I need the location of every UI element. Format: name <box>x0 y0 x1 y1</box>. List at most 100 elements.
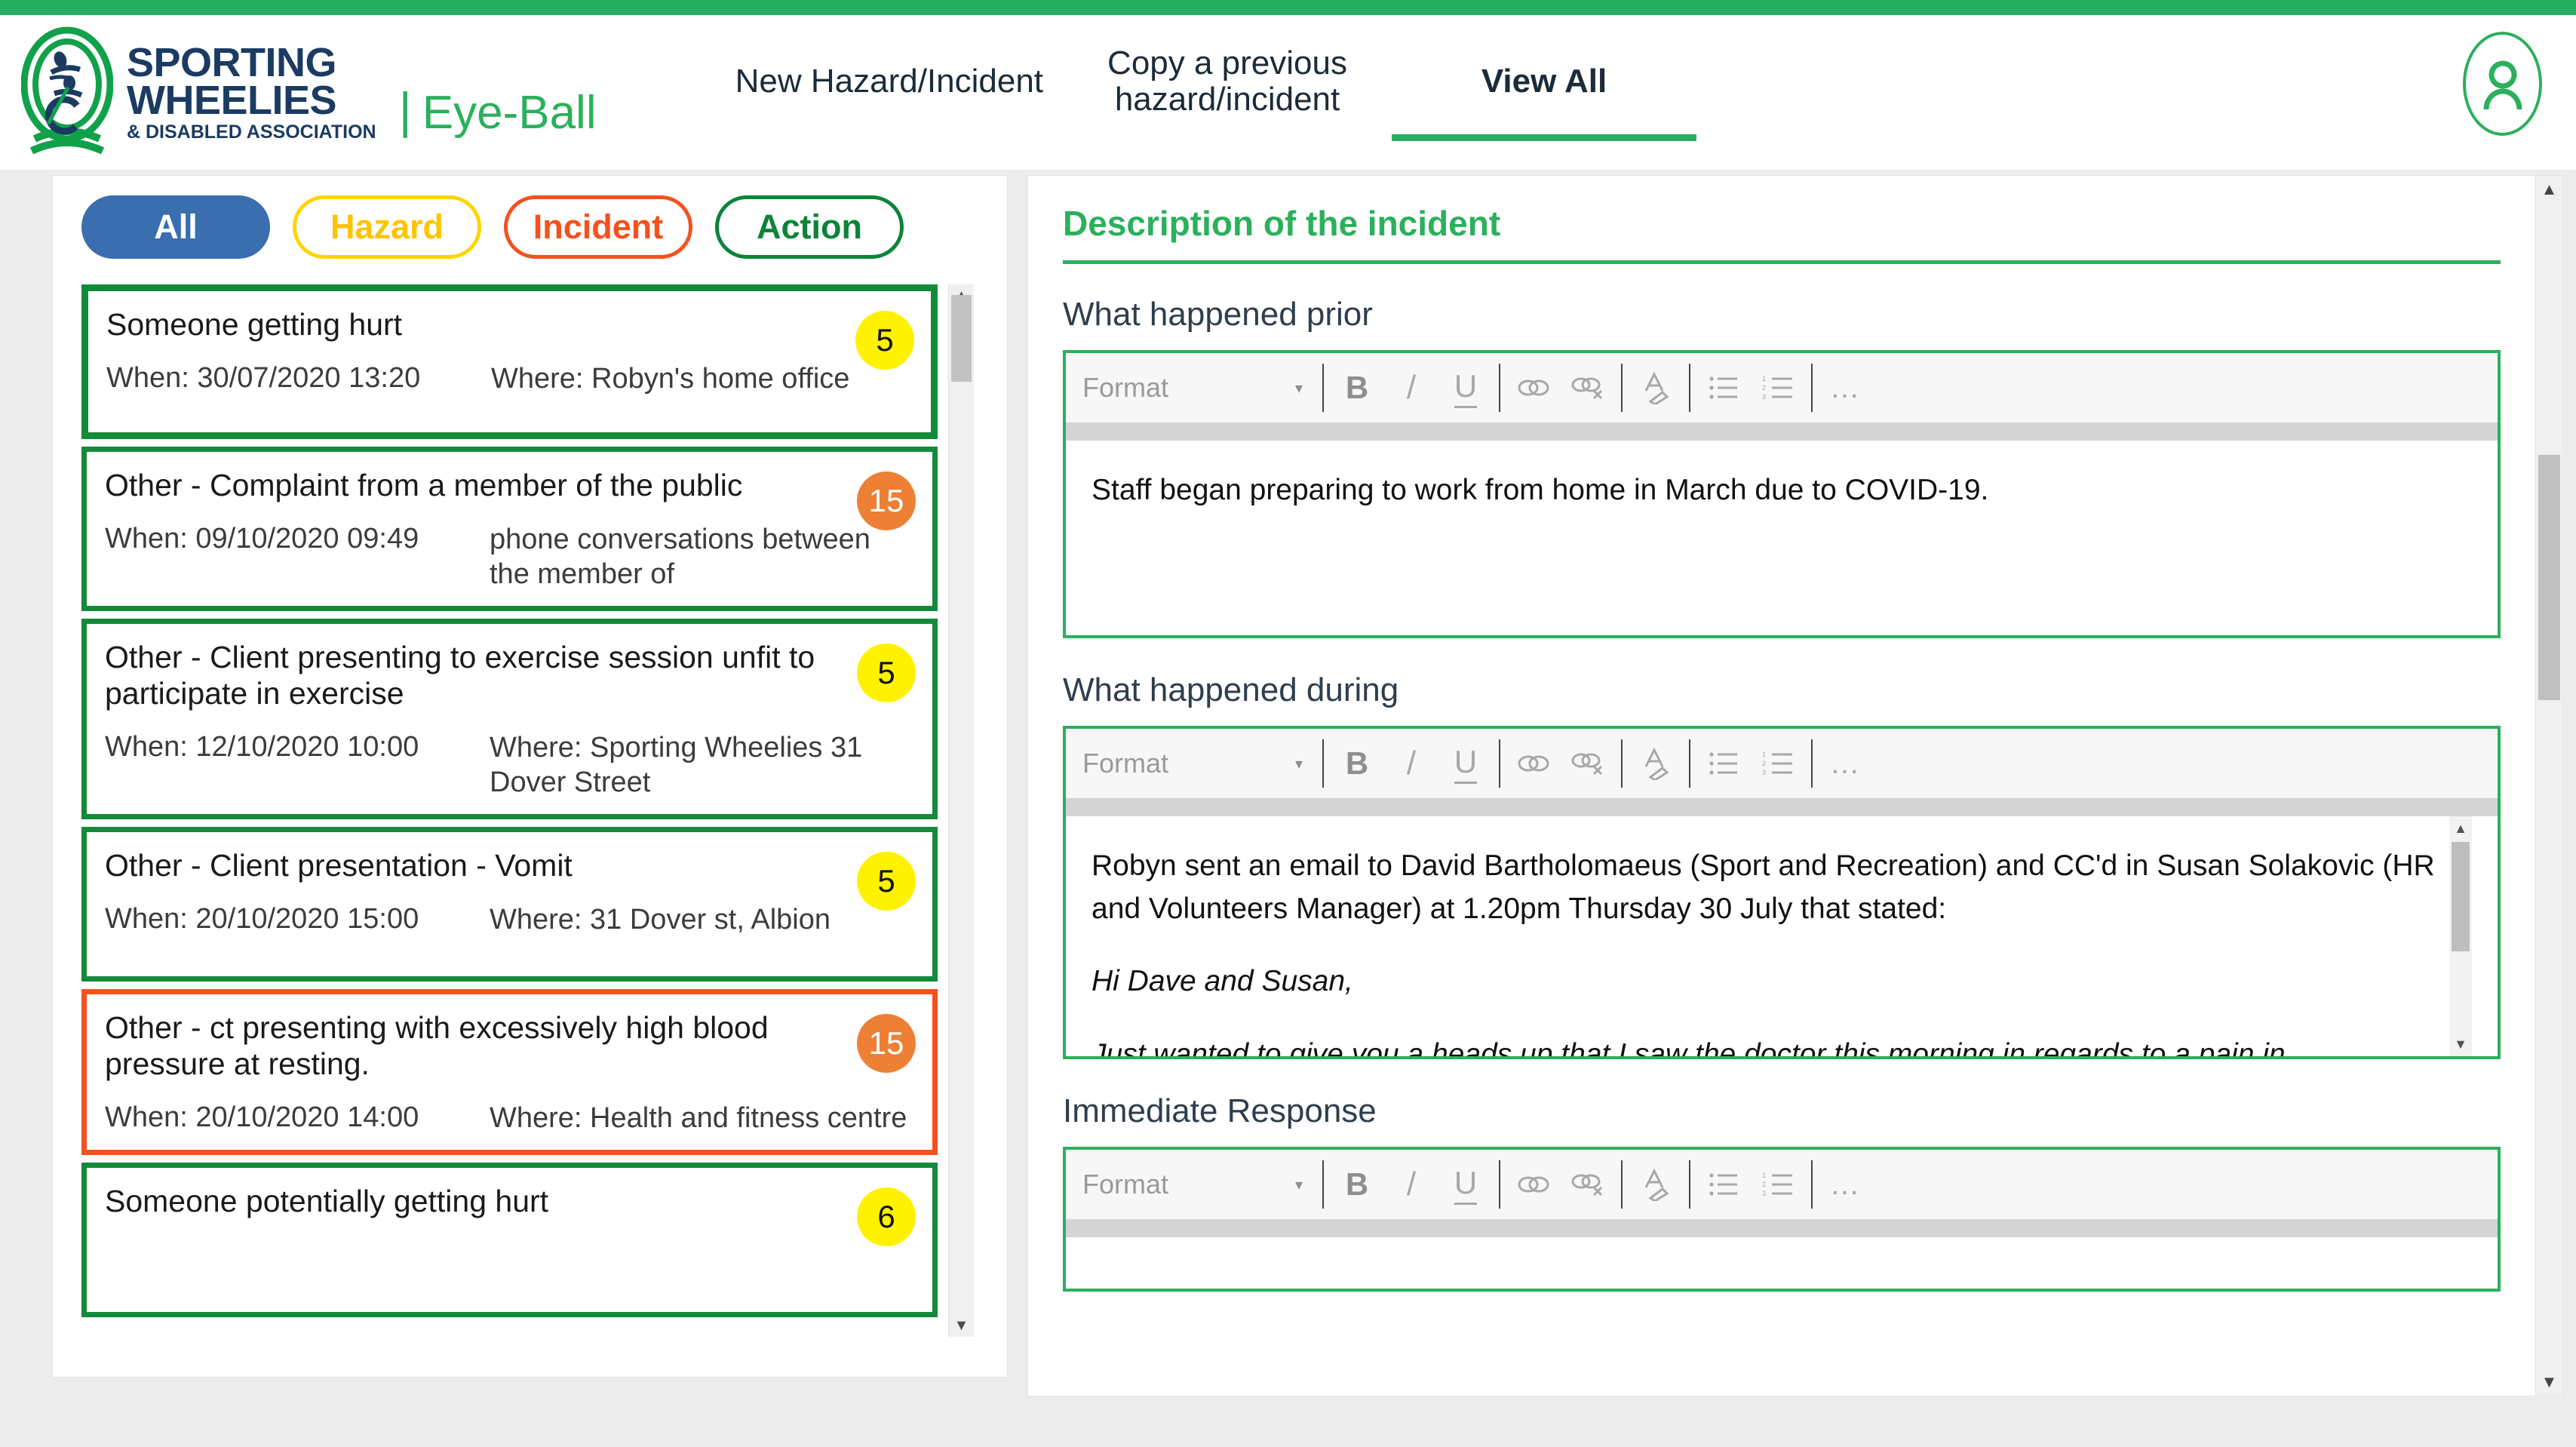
numbered-list-icon[interactable]: 123 <box>1751 361 1805 415</box>
italic-button[interactable]: / <box>1384 736 1438 791</box>
rich-text-editor-what-happened-prior: Format ▾ B / U 1 2 3 … Staff began prepa… <box>1063 350 2501 638</box>
editor-toolbar: Format ▾ B / U 1 2 3 … <box>1066 729 2498 798</box>
toolbar-secondary-strip <box>1066 422 2498 441</box>
filter-chip-action[interactable]: Action <box>715 195 904 259</box>
caret-down-icon[interactable]: ▼ <box>949 1316 974 1335</box>
list-item[interactable]: Other - ct presenting with excessively h… <box>81 988 938 1155</box>
editor-content-area[interactable] <box>1066 1237 2498 1289</box>
underline-button[interactable]: U <box>1438 361 1493 415</box>
status-badge: 5 <box>855 311 914 370</box>
nav-item-copy-previous[interactable]: Copy a previous hazard/incident <box>1069 15 1386 147</box>
caret-up-icon[interactable]: ▲ <box>2449 819 2472 837</box>
editor-content-area[interactable]: Robyn sent an email to David Bartholomae… <box>1066 816 2498 1056</box>
filter-chip-all[interactable]: All <box>81 195 270 259</box>
status-badge: 15 <box>857 472 916 530</box>
list-item-when: When: 20/10/2020 15:00 <box>105 902 419 935</box>
status-badge: 5 <box>857 643 916 702</box>
field-label-immediate-response: Immediate Response <box>1063 1092 1377 1129</box>
list-item[interactable]: Other - Client presenting to exercise se… <box>81 618 938 819</box>
main-nav: New Hazard/Incident Copy a previous haza… <box>710 15 1702 170</box>
incident-list: Someone getting hurt When: 30/07/2020 13… <box>81 284 938 1337</box>
italic-button[interactable]: / <box>1384 361 1438 415</box>
unlink-icon[interactable] <box>1561 361 1615 415</box>
filter-chip-group: All Hazard Incident Action <box>81 195 990 259</box>
detail-scrollbar-thumb[interactable] <box>2538 455 2560 700</box>
caret-down-icon[interactable]: ▼ <box>2449 1035 2472 1053</box>
detail-scrollbar[interactable]: ▲ ▼ <box>2535 176 2562 1396</box>
app-header: SPORTING WHEELIES & DISABLED ASSOCIATION… <box>0 15 2576 170</box>
bulleted-list-icon[interactable] <box>1696 736 1751 791</box>
numbered-list-icon[interactable]: 123 <box>1751 1157 1805 1212</box>
incident-list-panel: All Hazard Incident Action Someone getti… <box>53 176 1007 1377</box>
underline-button[interactable]: U <box>1438 736 1493 791</box>
list-item-title: Someone getting hurt <box>106 307 403 342</box>
bold-button[interactable]: B <box>1330 736 1384 791</box>
more-options-button[interactable]: … <box>1819 736 1873 791</box>
list-item[interactable]: Other - Client presentation - Vomit When… <box>81 826 938 982</box>
remove-format-icon[interactable] <box>1629 361 1683 415</box>
unlink-icon[interactable] <box>1561 736 1615 791</box>
list-item[interactable]: Other - Complaint from a member of the p… <box>81 447 938 611</box>
status-badge: 6 <box>857 1187 916 1246</box>
editor-inner-scrollbar-thumb[interactable] <box>2452 842 2470 951</box>
numbered-list-icon[interactable]: 123 <box>1751 736 1805 791</box>
remove-format-icon[interactable] <box>1629 1157 1683 1212</box>
list-item[interactable]: Someone getting hurt When: 30/07/2020 13… <box>81 284 938 439</box>
list-item-where: phone conversations between the member o… <box>490 524 870 590</box>
list-item[interactable]: Someone potentially getting hurt 6 <box>81 1162 938 1317</box>
editor-paragraph: Robyn sent an email to David Bartholomae… <box>1091 849 2435 925</box>
underline-button[interactable]: U <box>1438 1157 1493 1212</box>
rich-text-editor-immediate-response: Format ▾ B / U 1 2 3 … <box>1063 1147 2501 1292</box>
status-badge: 5 <box>857 851 916 911</box>
bold-button[interactable]: B <box>1330 1157 1384 1212</box>
editor-toolbar: Format ▾ B / U 1 2 3 … <box>1066 353 2498 422</box>
list-item-where: Where: Sporting Wheelies 31 Dover Street <box>490 732 863 798</box>
link-icon[interactable] <box>1506 361 1561 415</box>
list-item-where: Where: Robyn's home office <box>491 363 850 395</box>
toolbar-divider <box>1811 739 1813 788</box>
toolbar-divider <box>1322 364 1324 412</box>
format-dropdown[interactable]: Format ▾ <box>1082 748 1316 779</box>
list-item-title: Other - ct presenting with excessively h… <box>105 1009 769 1081</box>
format-dropdown[interactable]: Format ▾ <box>1082 372 1316 404</box>
list-item-title: Other - Client presenting to exercise se… <box>105 639 815 711</box>
italic-button[interactable]: / <box>1384 1157 1438 1212</box>
caret-up-icon[interactable]: ▲ <box>2536 179 2562 200</box>
filter-chip-hazard[interactable]: Hazard <box>293 195 481 259</box>
editor-text: Robyn sent an email to David Bartholomae… <box>1091 845 2437 1056</box>
list-scrollbar[interactable]: ▲ ▼ <box>948 284 974 1337</box>
more-options-button[interactable]: … <box>1819 361 1873 415</box>
unlink-icon[interactable] <box>1561 1157 1615 1212</box>
filter-chip-incident[interactable]: Incident <box>504 195 692 259</box>
app-title: Eye-Ball <box>422 86 597 139</box>
brand-separator: | <box>398 82 412 138</box>
list-item-meta: When: 30/07/2020 13:20 Where: Robyn's ho… <box>106 362 913 397</box>
svg-text:1: 1 <box>1762 375 1766 382</box>
avatar[interactable] <box>2463 32 2542 136</box>
format-dropdown[interactable]: Format ▾ <box>1082 1169 1316 1200</box>
editor-paragraph: Staff began preparing to work from home … <box>1091 474 1989 506</box>
remove-format-icon[interactable] <box>1629 736 1683 791</box>
list-scrollbar-thumb[interactable] <box>951 295 972 382</box>
caret-down-icon[interactable]: ▼ <box>2536 1372 2562 1393</box>
brand-wordmark: SPORTING WHEELIES & DISABLED ASSOCIATION <box>127 42 376 142</box>
link-icon[interactable] <box>1506 1157 1561 1212</box>
list-item-where: Where: Health and fitness centre <box>490 1102 907 1135</box>
toolbar-divider <box>1499 739 1500 788</box>
editor-content-area[interactable]: Staff began preparing to work from home … <box>1066 441 2498 635</box>
more-options-button[interactable]: … <box>1819 1157 1873 1212</box>
page-body: All Hazard Incident Action Someone getti… <box>0 170 2576 1447</box>
nav-item-view-all[interactable]: View All <box>1386 15 1702 147</box>
toolbar-divider <box>1322 739 1324 788</box>
list-item-when: When: 20/10/2020 14:00 <box>105 1101 419 1134</box>
nav-item-new-hazard-incident[interactable]: New Hazard/Incident <box>710 15 1069 147</box>
bulleted-list-icon[interactable] <box>1696 1157 1751 1212</box>
link-icon[interactable] <box>1506 736 1561 791</box>
bulleted-list-icon[interactable] <box>1696 361 1751 415</box>
editor-inner-scrollbar[interactable]: ▲ ▼ <box>2449 816 2472 1056</box>
svg-text:2: 2 <box>1762 384 1766 392</box>
user-avatar-icon <box>2483 60 2522 110</box>
editor-toolbar: Format ▾ B / U 1 2 3 … <box>1066 1150 2498 1219</box>
bold-button[interactable]: B <box>1330 361 1384 415</box>
underline-label: U <box>1454 744 1478 784</box>
